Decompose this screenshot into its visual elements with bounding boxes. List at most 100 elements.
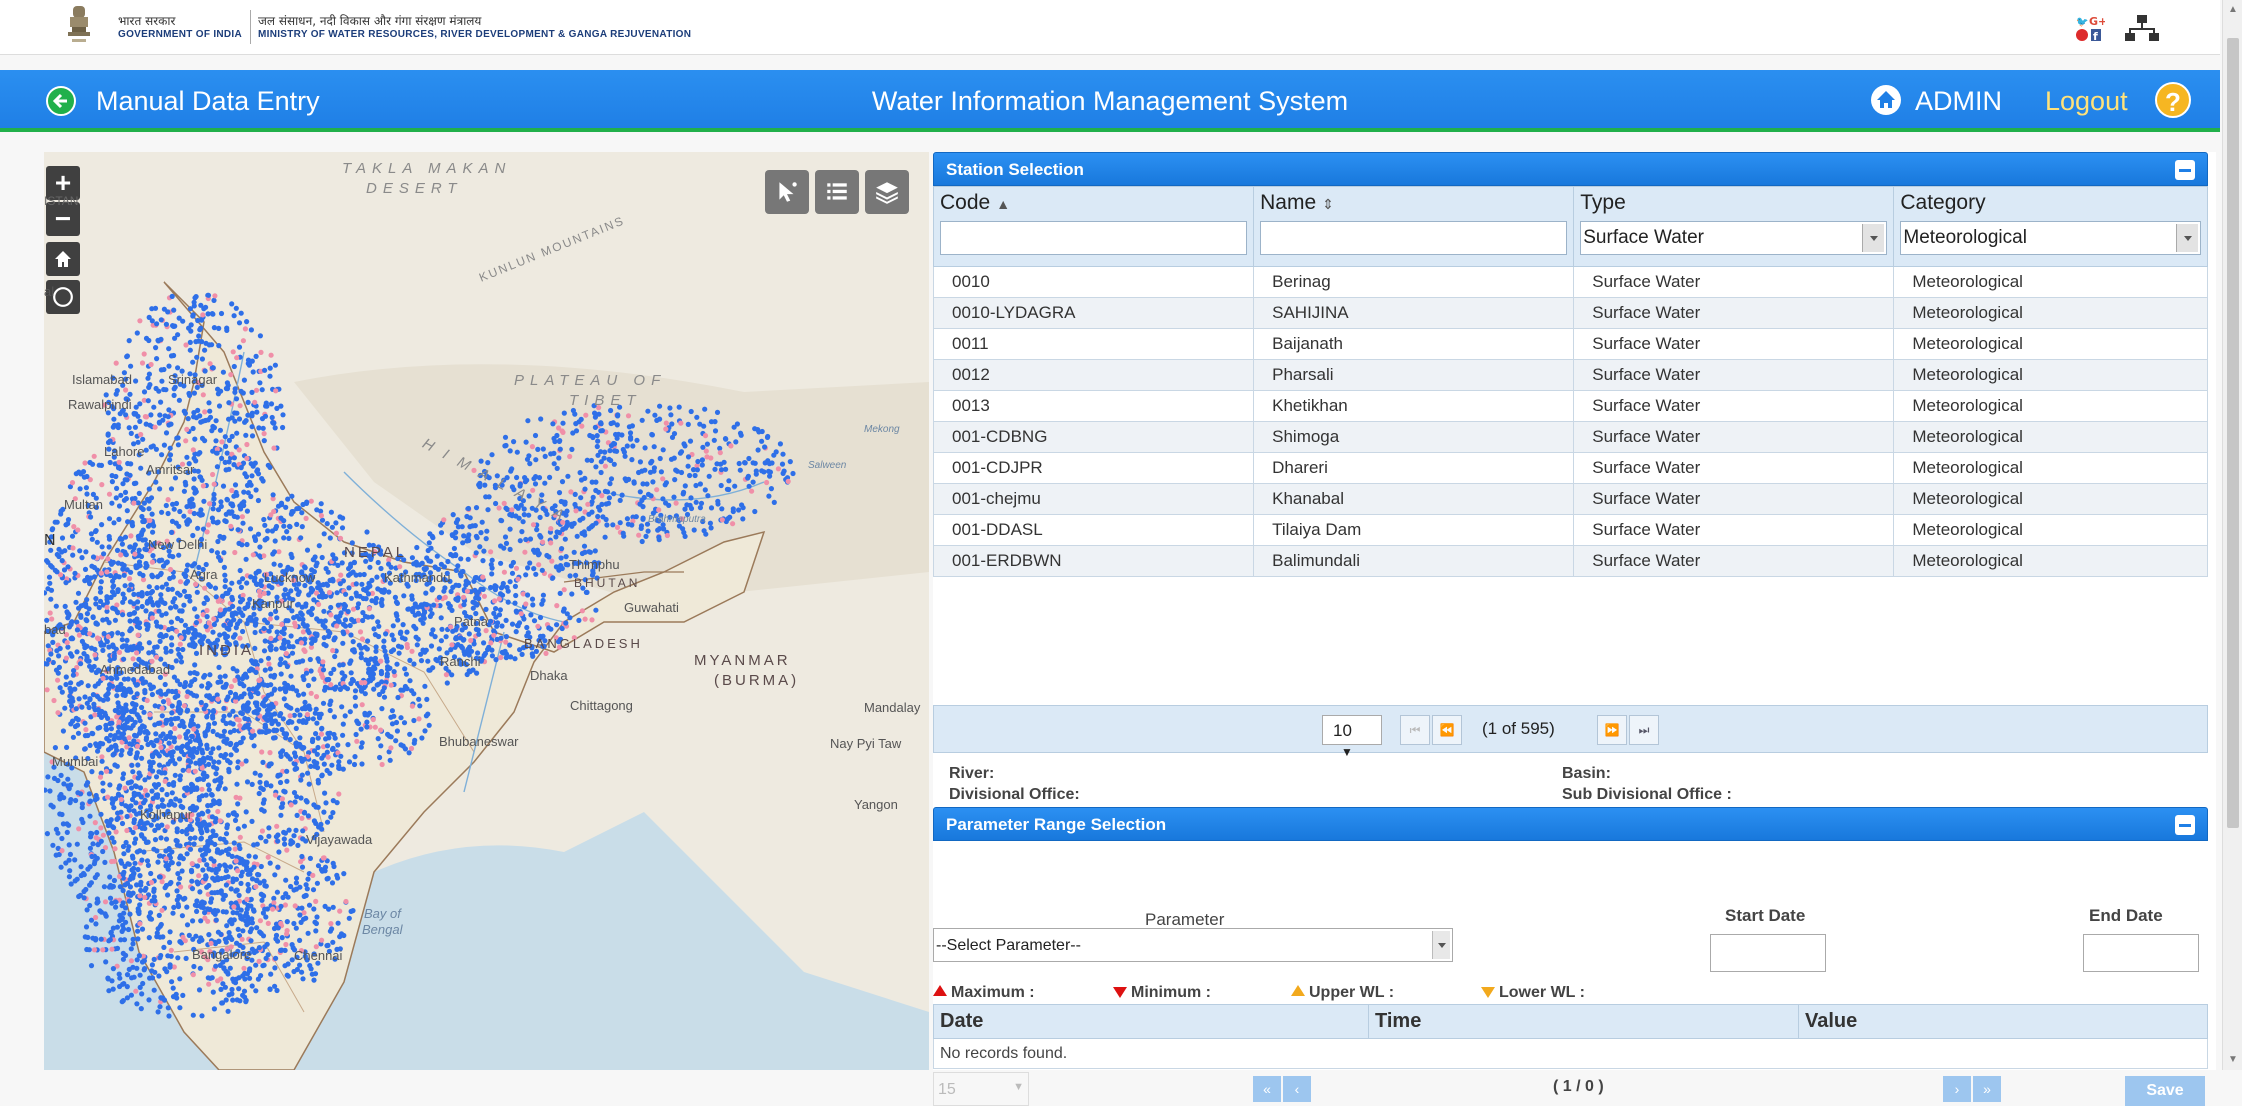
station-marker[interactable] [597,507,603,513]
station-marker[interactable] [220,483,227,489]
station-marker[interactable] [284,778,290,784]
station-marker[interactable] [112,742,118,748]
station-marker[interactable] [105,794,111,800]
station-marker[interactable] [257,779,263,785]
station-marker[interactable] [192,295,198,301]
station-marker[interactable] [254,710,260,716]
station-marker[interactable] [329,762,335,768]
station-marker[interactable] [288,633,294,639]
station-marker[interactable] [461,602,467,608]
station-marker[interactable] [366,710,373,716]
station-marker[interactable] [243,861,250,867]
station-marker[interactable] [314,765,321,771]
station-marker[interactable] [373,648,379,654]
station-marker[interactable] [184,693,190,700]
station-marker[interactable] [45,774,51,780]
station-marker[interactable] [134,849,140,855]
station-marker[interactable] [562,536,568,542]
station-marker[interactable] [255,871,261,878]
station-marker[interactable] [202,821,208,827]
station-marker[interactable] [146,486,152,492]
station-marker[interactable] [199,435,206,441]
station-marker[interactable] [232,418,238,424]
station-marker[interactable] [556,425,562,431]
station-marker[interactable] [321,809,327,815]
station-marker[interactable] [313,898,319,905]
station-marker[interactable] [422,728,428,734]
station-marker[interactable] [202,733,208,739]
station-marker[interactable] [206,400,212,406]
station-marker[interactable] [196,511,202,517]
station-marker[interactable] [429,631,435,637]
station-marker[interactable] [213,418,219,424]
station-marker[interactable] [190,312,196,318]
station-marker[interactable] [245,716,251,723]
station-marker[interactable] [209,890,215,896]
station-marker[interactable] [230,666,236,672]
station-marker[interactable] [282,947,288,954]
station-marker[interactable] [546,625,552,631]
station-marker[interactable] [535,446,541,452]
station-marker[interactable] [537,532,543,539]
station-marker[interactable] [221,622,227,628]
station-marker[interactable] [210,506,216,512]
station-marker[interactable] [141,709,147,715]
station-marker[interactable] [389,708,395,714]
station-marker[interactable] [50,639,56,645]
station-marker[interactable] [736,460,742,467]
station-marker[interactable] [179,718,185,724]
station-marker[interactable] [199,683,205,689]
station-marker[interactable] [269,528,275,534]
station-marker[interactable] [171,392,177,398]
station-marker[interactable] [645,528,651,534]
station-marker[interactable] [222,684,228,690]
station-marker[interactable] [272,983,278,989]
station-marker[interactable] [201,857,207,863]
station-marker[interactable] [768,486,775,492]
station-marker[interactable] [534,527,540,533]
station-marker[interactable] [202,876,208,882]
station-marker[interactable] [436,594,442,600]
station-marker[interactable] [445,558,451,565]
station-marker[interactable] [111,422,117,428]
station-marker[interactable] [195,734,201,741]
station-marker[interactable] [548,451,554,457]
station-marker[interactable] [358,651,364,657]
station-marker[interactable] [676,404,682,410]
station-marker[interactable] [130,656,136,662]
station-marker[interactable] [222,607,228,613]
station-marker[interactable] [150,529,156,535]
station-marker[interactable] [177,579,184,585]
station-marker[interactable] [157,720,163,726]
station-marker[interactable] [236,579,242,585]
station-marker[interactable] [310,887,317,893]
station-marker[interactable] [263,883,269,889]
station-marker[interactable] [171,506,177,512]
station-marker[interactable] [424,602,430,608]
station-marker[interactable] [321,531,327,537]
station-map[interactable]: + − TAKLA MAKAN DESERT KUNLUN MOUNTAINS … [44,152,929,1070]
station-marker[interactable] [252,854,258,860]
station-marker[interactable] [298,795,304,801]
station-marker[interactable] [130,890,136,896]
station-marker[interactable] [216,343,222,349]
station-marker[interactable] [92,820,98,826]
station-marker[interactable] [515,623,521,629]
station-marker[interactable] [298,777,304,783]
station-marker[interactable] [189,625,195,631]
station-marker[interactable] [267,750,273,756]
station-marker[interactable] [308,763,314,770]
station-marker[interactable] [323,566,329,572]
station-marker[interactable] [779,461,786,467]
station-marker[interactable] [418,658,425,664]
station-marker[interactable] [271,508,277,515]
station-marker[interactable] [664,532,671,539]
station-marker[interactable] [192,561,198,567]
station-marker[interactable] [114,547,121,553]
station-marker[interactable] [287,736,293,743]
station-marker[interactable] [196,333,202,339]
station-marker[interactable] [181,513,187,519]
station-marker[interactable] [704,441,711,447]
station-marker[interactable] [352,703,359,709]
station-marker[interactable] [203,792,209,798]
